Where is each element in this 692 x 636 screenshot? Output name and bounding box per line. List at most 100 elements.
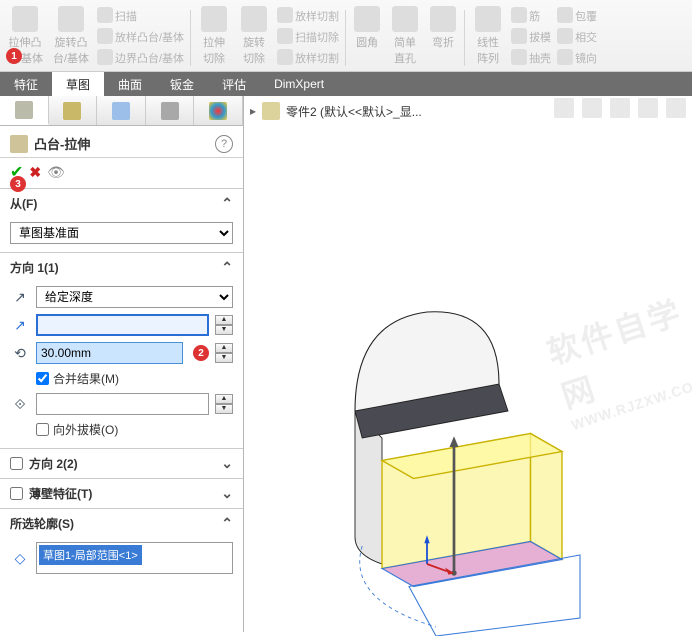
dir1-label: 方向 1(1) [10,259,59,276]
badge-2: 2 [193,345,209,361]
cut-revolve-button[interactable]: 旋转切除 [234,4,274,68]
merge-result-checkbox[interactable]: 合并结果(M) [36,370,233,387]
chevron-up-icon: ⌃ [221,259,233,276]
config-icon [112,102,130,120]
pm-header: 凸台-拉伸 ? [0,126,243,158]
from-section-header[interactable]: 从(F) ⌃ [0,189,243,218]
direction1-header[interactable]: 方向 1(1) ⌃ [0,253,243,282]
revolve-label: 旋转凸台/基体 [52,34,90,66]
wrap-button[interactable]: 包覆 [554,6,600,26]
property-icon [63,102,81,120]
draft-icon [511,28,527,44]
tab-dimxpert[interactable]: DimXpert [260,72,338,96]
pm-tab-bar [0,96,243,126]
rotate-icon[interactable] [582,98,602,118]
preview-icon[interactable]: 👁 [47,164,65,181]
cut-revolve-label: 旋转切除 [238,34,270,66]
reverse-direction-icon[interactable]: ↗ [10,287,30,307]
tab-sketch[interactable]: 草图 [52,72,104,96]
boundary-button[interactable]: 边界凸台/基体 [94,48,187,68]
display-icon[interactable] [638,98,658,118]
draft-angle-icon[interactable]: ⟐ [10,394,30,414]
property-manager: 凸台-拉伸 ? ✔ ✖ 👁 3 从(F) ⌃ 草图基准面 方向 1(1) [0,96,244,632]
depth-icon: ⟲ [10,343,30,363]
wrap-icon [557,7,573,23]
direction-field[interactable] [36,314,209,336]
mirror-button[interactable]: 镜向 [554,48,600,68]
selected-contours-header[interactable]: 所选轮廓(S) ⌃ [0,509,243,538]
tab-surface[interactable]: 曲面 [104,72,156,96]
rib-icon [511,7,527,23]
pm-tab-feature[interactable] [0,96,49,125]
cut-loft2-button[interactable]: 放样切割 [274,48,342,68]
view-cube-icon[interactable] [666,98,686,118]
part-name[interactable]: 零件2 (默认<<默认>_显... [286,103,422,120]
from-label: 从(F) [10,195,37,212]
cut-extrude-label: 拉伸切除 [198,34,230,66]
from-select[interactable]: 草图基准面 [10,222,233,244]
intersect-button[interactable]: 相交 [554,27,600,47]
model-preview [304,276,604,636]
cutloft2-icon [277,49,293,65]
contour-list[interactable]: 草图1-局部范围<1> [36,542,233,574]
dir-spinner[interactable]: ▲▼ [215,315,233,335]
linear-pattern-button[interactable]: 线性阵列 [468,4,508,68]
pm-tab-dim[interactable] [146,96,195,125]
fillet-icon [354,6,380,32]
loft-button[interactable]: 放样凸台/基体 [94,27,187,47]
shell-icon [511,49,527,65]
revolve-icon [58,6,84,32]
chevron-down-icon: ⌄ [221,455,233,472]
sweep-button[interactable]: 扫描 [94,6,187,26]
draft-outward-checkbox[interactable]: 向外拔模(O) [36,421,233,438]
fillet-button[interactable]: 圆角 [349,4,385,52]
draft-button[interactable]: 拔模 [508,27,554,47]
cutsweep-icon [277,28,293,44]
command-tabs: 特征 草图 曲面 钣金 评估 DimXpert [0,72,692,96]
panel-title: 凸台-拉伸 [34,134,90,153]
thin-feature-header[interactable]: 薄壁特征(T) ⌄ [0,479,243,508]
expand-icon[interactable]: ▸ [250,104,256,118]
depth-input[interactable] [36,342,183,364]
graphics-viewport[interactable]: ▸ 零件2 (默认<<默认>_显... 软件自学网 WWW.RJZXW.COM [244,96,692,632]
cutloft1-icon [277,7,293,23]
chevron-down-icon: ⌄ [221,485,233,502]
tab-sheetmetal[interactable]: 钣金 [156,72,208,96]
cut-loft1-button[interactable]: 放样切割 [274,6,342,26]
contour-item[interactable]: 草图1-局部范围<1> [39,545,142,565]
breadcrumb: ▸ 零件2 (默认<<默认>_显... [250,102,422,120]
help-icon[interactable]: ? [215,135,233,153]
chevron-up-icon: ⌃ [221,515,233,532]
bend-button[interactable]: 弯折 [425,4,461,52]
tab-feature[interactable]: 特征 [0,72,52,96]
chevron-up-icon: ⌃ [221,195,233,212]
tab-evaluate[interactable]: 评估 [208,72,260,96]
shell-button[interactable]: 抽壳 [508,48,554,68]
direction-vector-icon[interactable]: ↗ [10,315,30,335]
dim-icon [161,102,179,120]
direction2-header[interactable]: 方向 2(2) ⌄ [0,449,243,478]
rib-button[interactable]: 筋 [508,6,554,26]
draft-angle-input[interactable] [36,393,209,415]
ribbon: 拉伸凸台/基体 1 旋转凸台/基体 扫描 放样凸台/基体 边界凸台/基体 拉伸切… [0,0,692,72]
zoom-icon[interactable] [554,98,574,118]
cut-revolve-icon [241,6,267,32]
loft-icon [97,28,113,44]
pm-tab-property[interactable] [49,96,98,125]
badge-3: 3 [10,176,26,192]
depth-spinner[interactable]: ▲▼ [215,343,233,363]
cancel-icon[interactable]: ✖ [29,164,41,181]
pm-tab-config[interactable] [97,96,146,125]
revolve-boss-button[interactable]: 旋转凸台/基体 [48,4,94,68]
section-icon[interactable] [610,98,630,118]
draft-spinner[interactable]: ▲▼ [215,394,233,414]
extrude-boss-button[interactable]: 拉伸凸台/基体 1 [2,4,48,68]
cut-sweep-button[interactable]: 扫描切除 [274,27,342,47]
cut-extrude-icon [201,6,227,32]
cut-extrude-button[interactable]: 拉伸切除 [194,4,234,68]
contour-icon: ◇ [10,548,30,568]
pm-tab-render[interactable] [194,96,243,125]
end-condition-select[interactable]: 给定深度 [36,286,233,308]
hole-button[interactable]: 简单直孔 [385,4,425,68]
hole-icon [392,6,418,32]
